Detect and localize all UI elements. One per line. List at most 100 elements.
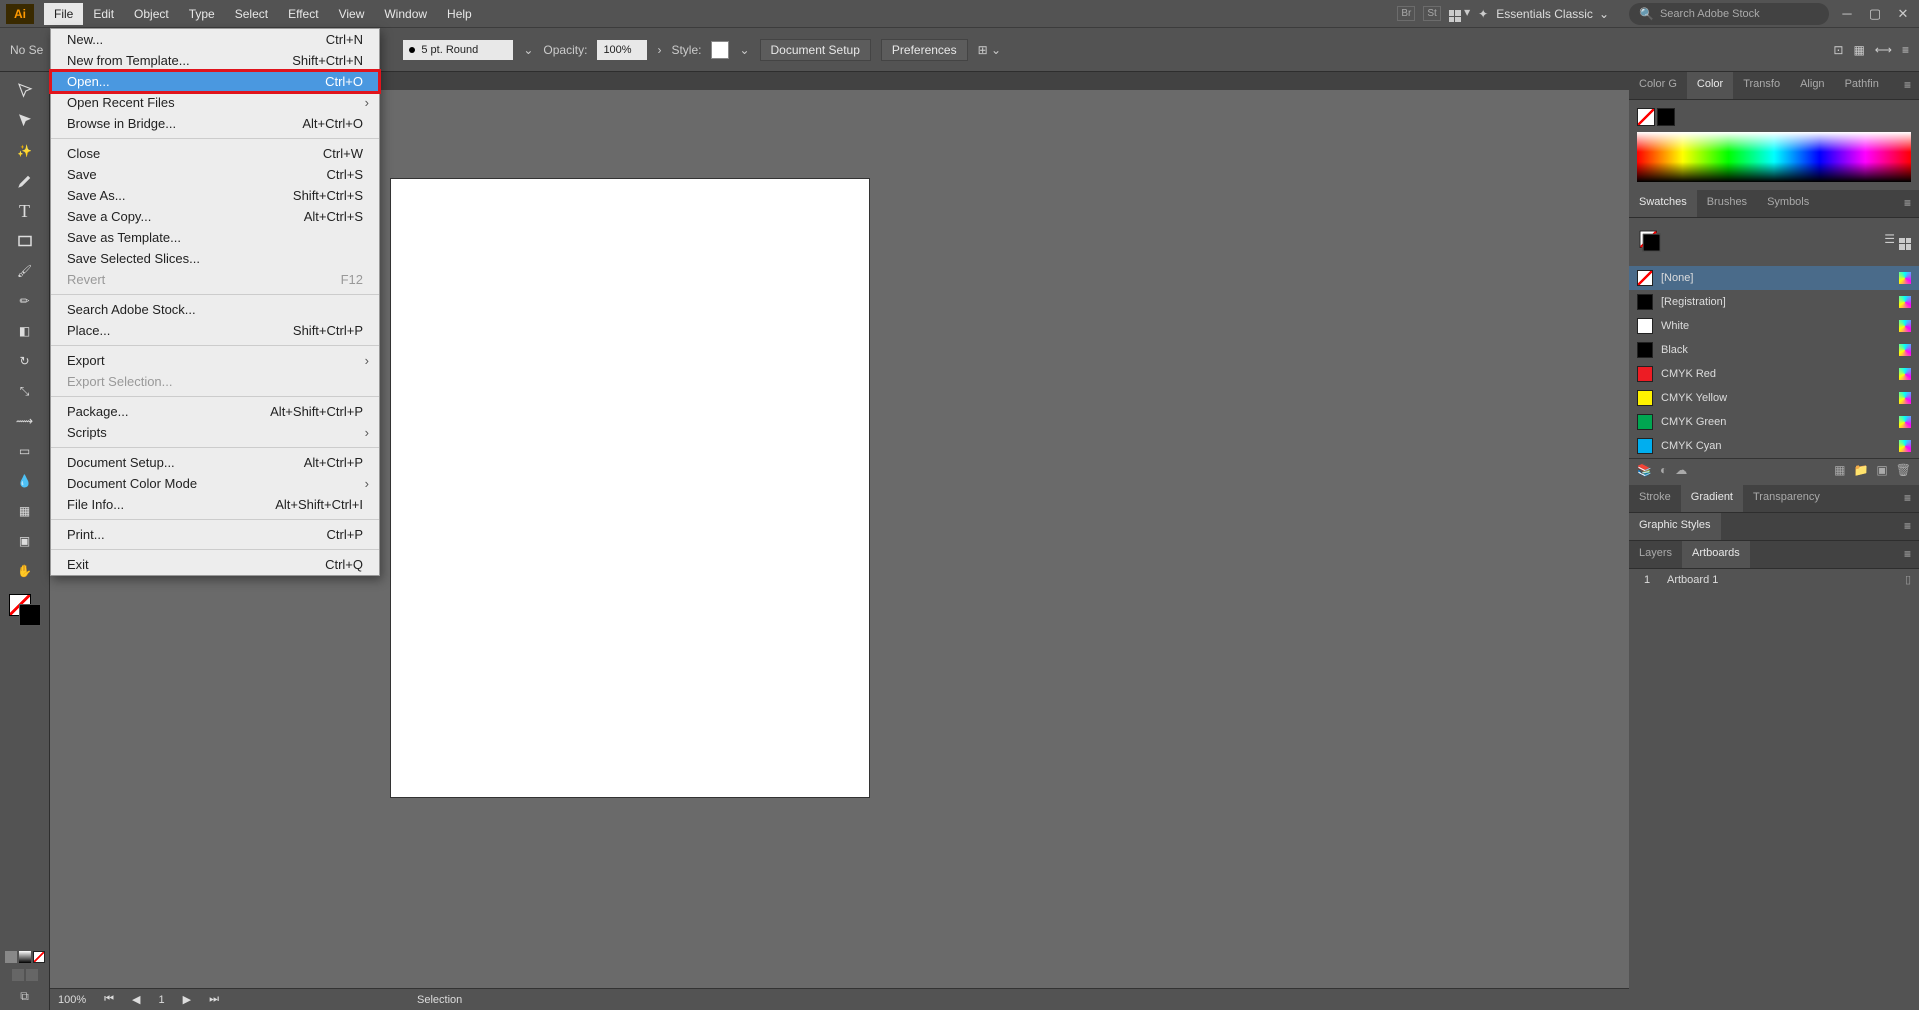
swatch-row-black[interactable]: Black xyxy=(1629,338,1919,362)
tab-symbols[interactable]: Symbols xyxy=(1757,190,1819,217)
file-menu-file-info-[interactable]: File Info...Alt+Shift+Ctrl+I xyxy=(51,494,379,515)
pencil-tool[interactable]: ✏ xyxy=(12,288,38,314)
artboard[interactable] xyxy=(390,178,870,798)
minimize-button[interactable]: ─ xyxy=(1837,4,1857,24)
fill-stroke-indicator[interactable] xyxy=(9,594,41,626)
tab-graphic-styles[interactable]: Graphic Styles xyxy=(1629,513,1721,540)
swatch-row--registration-[interactable]: [Registration] xyxy=(1629,290,1919,314)
align-icon[interactable]: ⊞ ⌄ xyxy=(978,43,1001,57)
artboard-row[interactable]: 1 Artboard 1 ▯ xyxy=(1629,569,1919,590)
tab-stroke[interactable]: Stroke xyxy=(1629,485,1681,512)
opacity-arrow-icon[interactable]: › xyxy=(657,43,661,57)
artboard-orient-icon[interactable]: ▯ xyxy=(1905,573,1911,586)
swatch-show-icon[interactable]: ◐ xyxy=(1660,463,1667,477)
stroke-panel-menu-icon[interactable]: ≡ xyxy=(1896,485,1919,512)
file-menu-scripts[interactable]: Scripts xyxy=(51,422,379,443)
file-menu-print-[interactable]: Print...Ctrl+P xyxy=(51,524,379,545)
swatch-row--none-[interactable]: [None] xyxy=(1629,266,1919,290)
width-tool[interactable]: ⟿ xyxy=(12,408,38,434)
style-dropdown-icon[interactable]: ⌄ xyxy=(739,43,749,57)
file-menu-save-a-copy-[interactable]: Save a Copy...Alt+Ctrl+S xyxy=(51,206,379,227)
tab-brushes[interactable]: Brushes xyxy=(1697,190,1757,217)
brush-dropdown-icon[interactable]: ⌄ xyxy=(523,43,533,57)
menu-select[interactable]: Select xyxy=(225,3,278,25)
style-swatch[interactable] xyxy=(711,41,729,59)
file-menu-browse-in-bridge-[interactable]: Browse in Bridge...Alt+Ctrl+O xyxy=(51,113,379,134)
tab-pathfinder[interactable]: Pathfin xyxy=(1835,72,1889,99)
swatch-row-cmyk-green[interactable]: CMYK Green xyxy=(1629,410,1919,434)
swatch-grid-view-icon[interactable] xyxy=(1899,232,1911,250)
tab-artboards[interactable]: Artboards xyxy=(1682,541,1750,568)
menu-object[interactable]: Object xyxy=(124,3,179,25)
color-none-swatch[interactable] xyxy=(1637,108,1655,126)
swatch-row-cmyk-cyan[interactable]: CMYK Cyan xyxy=(1629,434,1919,458)
rectangle-tool[interactable] xyxy=(12,228,38,254)
swatch-cloud-icon[interactable]: ☁ xyxy=(1675,463,1687,477)
file-menu-open-[interactable]: Open...Ctrl+O xyxy=(51,71,379,92)
tab-color-guide[interactable]: Color G xyxy=(1629,72,1687,99)
swatches-panel-menu-icon[interactable]: ≡ xyxy=(1896,190,1919,217)
magic-wand-tool[interactable]: ✨ xyxy=(12,138,38,164)
menu-type[interactable]: Type xyxy=(179,3,225,25)
type-tool[interactable]: T xyxy=(12,198,38,224)
swatch-new-group-icon[interactable]: 📁 xyxy=(1853,463,1868,477)
none-mode-icon[interactable] xyxy=(33,951,45,963)
scale-tool[interactable]: ⤡ xyxy=(12,378,38,404)
screen-cycle-icon[interactable]: ⧉ xyxy=(20,989,29,1004)
file-menu-place-[interactable]: Place...Shift+Ctrl+P xyxy=(51,320,379,341)
file-menu-close[interactable]: CloseCtrl+W xyxy=(51,143,379,164)
menu-file[interactable]: File xyxy=(44,3,83,25)
nav-next-icon[interactable]: ▶ xyxy=(183,993,191,1006)
tab-gradient[interactable]: Gradient xyxy=(1681,485,1743,512)
tab-transparency[interactable]: Transparency xyxy=(1743,485,1830,512)
close-button[interactable]: ✕ xyxy=(1893,4,1913,24)
swatch-lib-icon[interactable]: 📚 xyxy=(1637,463,1652,477)
preferences-button[interactable]: Preferences xyxy=(881,39,968,61)
file-menu-package-[interactable]: Package...Alt+Shift+Ctrl+P xyxy=(51,401,379,422)
file-menu-document-color-mode[interactable]: Document Color Mode xyxy=(51,473,379,494)
color-black-swatch[interactable] xyxy=(1657,108,1675,126)
selection-tool[interactable] xyxy=(12,78,38,104)
arrange-icon[interactable]: ▾ xyxy=(1449,5,1470,23)
nav-last-icon[interactable]: ⏭ xyxy=(209,993,219,1006)
file-menu-new-from-template-[interactable]: New from Template...Shift+Ctrl+N xyxy=(51,50,379,71)
list-icon[interactable]: ≡ xyxy=(1902,43,1909,57)
rotate-tool[interactable]: ↻ xyxy=(12,348,38,374)
file-menu-save-selected-slices-[interactable]: Save Selected Slices... xyxy=(51,248,379,269)
stroke-swatch[interactable] xyxy=(19,604,41,626)
paintbrush-tool[interactable]: 🖌 xyxy=(12,258,38,284)
st-icon[interactable]: St xyxy=(1423,6,1440,21)
file-menu-open-recent-files[interactable]: Open Recent Files xyxy=(51,92,379,113)
file-menu-save[interactable]: SaveCtrl+S xyxy=(51,164,379,185)
layers-panel-menu-icon[interactable]: ≡ xyxy=(1896,541,1919,568)
direct-selection-tool[interactable] xyxy=(12,108,38,134)
swatch-list-view-icon[interactable]: ☰ xyxy=(1884,232,1895,250)
color-spectrum[interactable] xyxy=(1637,132,1911,182)
swatch-row-white[interactable]: White xyxy=(1629,314,1919,338)
file-menu-search-adobe-stock-[interactable]: Search Adobe Stock... xyxy=(51,299,379,320)
hand-tool[interactable]: ✋ xyxy=(12,558,38,584)
br-icon[interactable]: Br xyxy=(1397,6,1415,21)
doc-setup-button[interactable]: Document Setup xyxy=(760,39,871,61)
tab-swatches[interactable]: Swatches xyxy=(1629,190,1697,217)
free-transform-tool[interactable]: ▭ xyxy=(12,438,38,464)
pen-tool[interactable] xyxy=(12,168,38,194)
menu-window[interactable]: Window xyxy=(374,3,437,25)
swatch-new-icon[interactable]: ▣ xyxy=(1876,463,1887,477)
gstyles-panel-menu-icon[interactable]: ≡ xyxy=(1896,513,1919,540)
file-menu-new-[interactable]: New...Ctrl+N xyxy=(51,29,379,50)
tab-color[interactable]: Color xyxy=(1687,72,1733,99)
swatch-fill-stroke[interactable] xyxy=(1640,231,1661,252)
color-mode-icon[interactable] xyxy=(5,951,17,963)
tab-align[interactable]: Align xyxy=(1790,72,1834,99)
color-panel-menu-icon[interactable]: ≡ xyxy=(1896,72,1919,99)
gradient-mode-icon[interactable] xyxy=(19,951,31,963)
tab-layers[interactable]: Layers xyxy=(1629,541,1682,568)
menu-edit[interactable]: Edit xyxy=(83,3,124,25)
search-stock[interactable]: 🔍 Search Adobe Stock xyxy=(1629,3,1829,25)
menu-effect[interactable]: Effect xyxy=(278,3,328,25)
zoom-level[interactable]: 100% xyxy=(58,994,86,1006)
file-menu-save-as-[interactable]: Save As...Shift+Ctrl+S xyxy=(51,185,379,206)
nav-prev-icon[interactable]: ◀ xyxy=(132,993,140,1006)
expand-icon[interactable]: ⟷ xyxy=(1875,43,1892,57)
